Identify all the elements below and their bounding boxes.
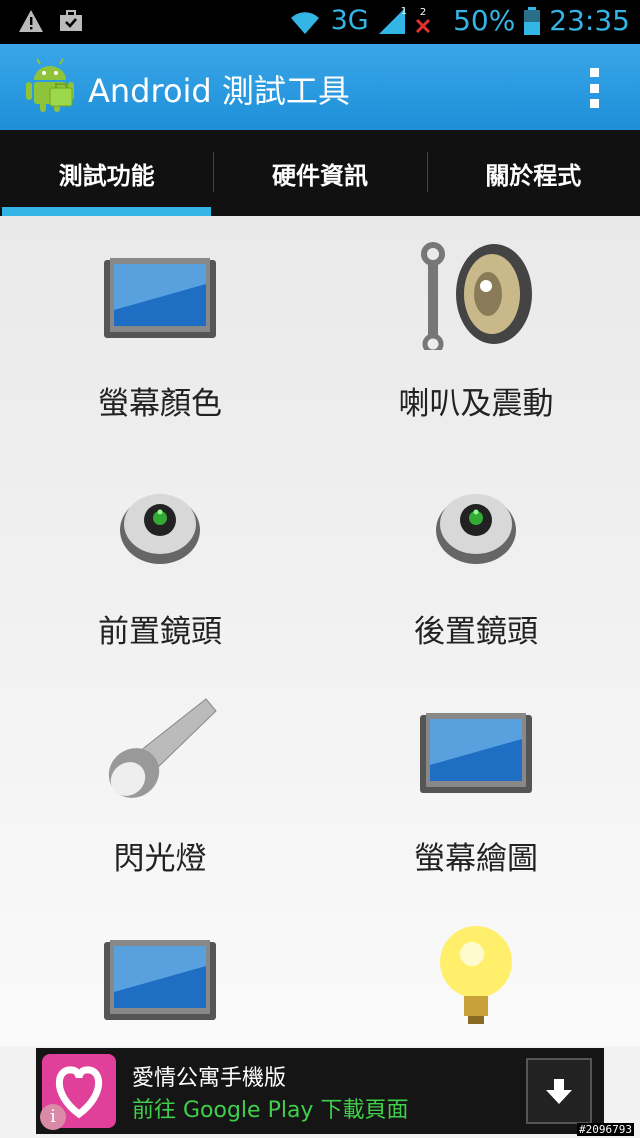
briefcase-icon xyxy=(60,10,82,31)
grid-item-speaker-vibration[interactable]: 喇叭及震動 xyxy=(316,216,636,443)
ad-banner[interactable]: 愛情公寓手機版 前往 Google Play 下載頁面 xyxy=(36,1048,604,1134)
camera-icon xyxy=(120,494,200,564)
tab-hardware-info[interactable]: 硬件資訊 xyxy=(213,130,426,216)
app-title: Android 測試工具 xyxy=(88,72,350,110)
monitor-icon xyxy=(420,713,532,793)
sim1-label: 1 xyxy=(400,6,408,17)
download-arrow-icon xyxy=(546,1079,572,1104)
grid-item-label: 閃光燈 xyxy=(113,841,207,877)
grid-item-rear-camera[interactable]: 後置鏡頭 xyxy=(316,444,636,671)
function-grid: 螢幕顏色 喇叭及震動 前置鏡頭 後置鏡頭 閃光燈 螢幕繪圖 xyxy=(0,216,640,1046)
camera-icon xyxy=(436,494,516,564)
battery-percent: 50% xyxy=(453,4,516,37)
flashlight-icon xyxy=(108,698,217,798)
monitor-icon xyxy=(104,258,216,338)
warning-icon xyxy=(19,10,43,32)
wifi-icon xyxy=(290,11,319,34)
grid-item-front-camera[interactable]: 前置鏡頭 xyxy=(0,444,320,671)
network-type: 3G xyxy=(330,5,369,36)
grid-item-label: 前置鏡頭 xyxy=(98,614,222,650)
tab-test-functions[interactable]: 測試功能 xyxy=(0,130,213,216)
info-icon[interactable]: i xyxy=(40,1104,66,1130)
tab-bar: 測試功能 硬件資訊 關於程式 xyxy=(0,130,640,216)
grid-item-label: 喇叭及震動 xyxy=(398,386,554,422)
grid-item-label: 螢幕繪圖 xyxy=(414,841,538,877)
ad-subtitle: 前往 Google Play 下載頁面 xyxy=(132,1098,409,1123)
action-bar: Android 測試工具 xyxy=(0,44,640,130)
battery-icon xyxy=(524,6,541,35)
overflow-menu-icon[interactable] xyxy=(588,68,600,108)
sim2-label: 2 xyxy=(419,6,427,18)
grid-item-screen-color[interactable]: 螢幕顏色 xyxy=(0,216,320,443)
download-button[interactable] xyxy=(526,1058,592,1124)
status-bar: 3G 1 2 50% 23:35 xyxy=(0,0,640,44)
watermark: #2096793 xyxy=(577,1123,634,1136)
tab-about[interactable]: 關於程式 xyxy=(426,130,640,216)
grid-item-flashlight[interactable]: 閃光燈 xyxy=(0,671,320,898)
grid-item-screen-drawing[interactable]: 螢幕繪圖 xyxy=(316,671,636,898)
grid-item-label: 螢幕顏色 xyxy=(98,386,222,422)
lightbulb-icon xyxy=(440,926,512,1024)
speaker-wrench-icon xyxy=(421,242,532,350)
monitor-icon xyxy=(104,940,216,1020)
clock: 23:35 xyxy=(549,4,630,37)
no-signal-icon xyxy=(416,18,431,33)
ad-title: 愛情公寓手機版 xyxy=(132,1066,287,1091)
android-toolkit-icon xyxy=(26,58,74,112)
grid-item-label: 後置鏡頭 xyxy=(414,614,538,650)
